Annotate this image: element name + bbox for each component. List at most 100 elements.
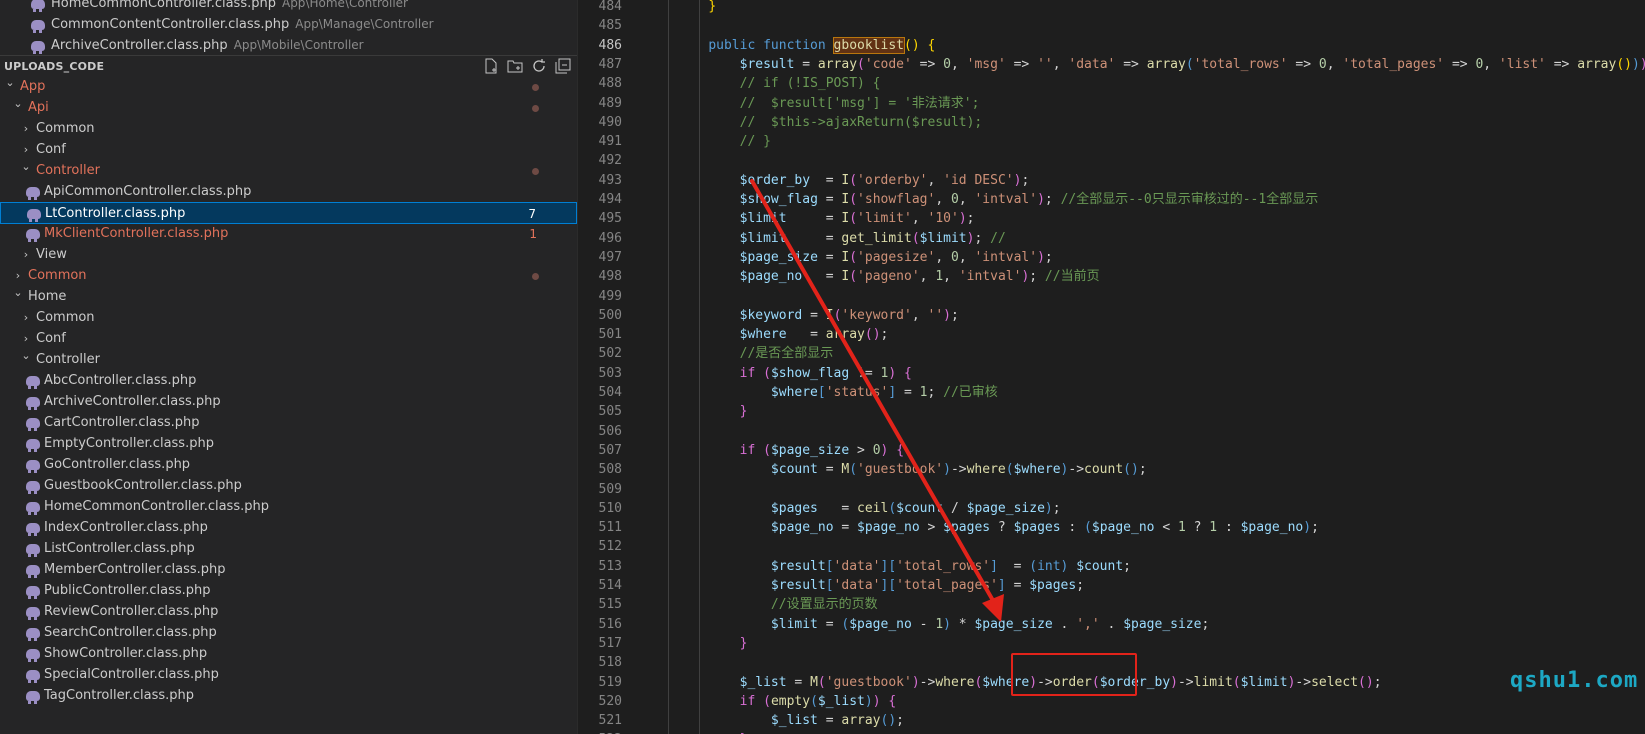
code-text: // $this->ajaxReturn($result); xyxy=(739,114,983,130)
code-line[interactable]: 487 $result = array('code' => 0, 'msg' =… xyxy=(578,55,1645,74)
code-line[interactable]: 488 // if (!IS_POST) { xyxy=(578,74,1645,93)
code-line[interactable]: 501 $where = array(); xyxy=(578,325,1645,344)
tree-file-item[interactable]: ShowController.class.php xyxy=(0,643,577,665)
tree-file-item[interactable]: ApiCommonController.class.php xyxy=(0,181,577,203)
code-text: //设置显示的页数 xyxy=(770,597,878,613)
code-line[interactable]: 513 $result['data']['total_rows'] = (int… xyxy=(578,557,1645,576)
code-line[interactable]: 516 $limit = ($page_no - 1) * $page_size… xyxy=(578,615,1645,634)
tree-folder-item[interactable]: › Common xyxy=(0,307,577,329)
php-elephant-icon xyxy=(26,523,40,536)
code-line[interactable]: 506 xyxy=(578,422,1645,441)
tree-file-item[interactable]: MemberController.class.php xyxy=(0,559,577,581)
tree-folder-item[interactable]: ⌄ Controller xyxy=(0,160,577,182)
code-line[interactable]: 508 $count = M('guestbook')->where($wher… xyxy=(578,460,1645,479)
open-editor-item[interactable]: CommonContentController.class.php App\Man… xyxy=(0,13,434,35)
tree-file-item[interactable]: LtController.class.php 7 xyxy=(0,202,577,224)
code-line[interactable]: 496 $limit = get_limit($limit); // xyxy=(578,229,1645,248)
tree-folder-item[interactable]: › Common xyxy=(0,118,577,140)
code-line[interactable]: 521 $_list = array(); xyxy=(578,711,1645,730)
code-line[interactable]: 512 xyxy=(578,537,1645,556)
tree-item-label: PublicController.class.php xyxy=(44,583,211,598)
code-text: $keyword = I('keyword', ''); xyxy=(739,307,959,323)
tree-file-item[interactable]: PublicController.class.php xyxy=(0,580,577,602)
code-line[interactable]: 486 public function gbooklist() { xyxy=(578,36,1645,55)
code-line[interactable]: 493 $order_by = I('orderby', 'id DESC'); xyxy=(578,171,1645,190)
code-text: $where['status'] = 1; //已审核 xyxy=(770,385,998,400)
php-elephant-icon xyxy=(26,439,40,452)
code-text: $result = array('code' => 0, 'msg' => ''… xyxy=(739,56,1645,72)
tree-item-label: Controller xyxy=(36,163,100,178)
code-text: public function gbooklist() { xyxy=(708,36,936,54)
code-line[interactable]: 492 xyxy=(578,151,1645,170)
tree-folder-item[interactable]: › Conf xyxy=(0,139,577,161)
tree-file-item[interactable]: AbcController.class.php xyxy=(0,370,577,392)
tree-file-item[interactable]: CartController.class.php xyxy=(0,412,577,434)
tree-file-item[interactable]: TagController.class.php xyxy=(0,685,577,707)
line-number: 518 xyxy=(598,655,622,671)
tree-file-item[interactable]: SpecialController.class.php xyxy=(0,664,577,686)
tree-file-item[interactable]: HomeCommonController.class.php xyxy=(0,496,577,518)
code-line[interactable]: 507 if ($page_size > 0) { xyxy=(578,441,1645,460)
code-line[interactable]: 494 $show_flag = I('showflag', 0, 'intva… xyxy=(578,190,1645,209)
line-number: 508 xyxy=(598,462,622,478)
code-line[interactable]: 503 if ($show_flag != 1) { xyxy=(578,364,1645,383)
code-line[interactable]: 495 $limit = I('limit', '10'); xyxy=(578,209,1645,228)
refresh-icon[interactable] xyxy=(530,58,548,76)
tree-folder-item[interactable]: › Common xyxy=(0,265,577,287)
tree-file-item[interactable]: IndexController.class.php xyxy=(0,517,577,539)
code-line[interactable]: 500 $keyword = I('keyword', ''); xyxy=(578,306,1645,325)
tree-file-item[interactable]: EmptyController.class.php xyxy=(0,433,577,455)
code-line[interactable]: 491 // } xyxy=(578,132,1645,151)
tree-file-item[interactable]: SearchController.class.php xyxy=(0,622,577,644)
tree-file-item[interactable]: ReviewController.class.php xyxy=(0,601,577,623)
tree-file-item[interactable]: ArchiveController.class.php xyxy=(0,391,577,413)
php-elephant-icon xyxy=(31,19,45,33)
collapse-all-icon[interactable] xyxy=(554,58,572,76)
code-line[interactable]: 485 xyxy=(578,16,1645,35)
problem-count-badge: 7 xyxy=(528,207,536,221)
tree-file-item[interactable]: ListController.class.php xyxy=(0,538,577,560)
code-line[interactable]: 509 xyxy=(578,480,1645,499)
open-editor-item[interactable]: ArchiveController.class.php App\Mobile\Co… xyxy=(0,34,364,56)
new-file-icon[interactable] xyxy=(482,58,500,76)
open-editor-item[interactable]: HomeCommonController.class.php App\Home\C… xyxy=(0,0,408,14)
line-number: 503 xyxy=(598,365,622,381)
code-editor[interactable]: 484 } 485 486 public function gbooklist() … xyxy=(578,0,1645,734)
tree-folder-item[interactable]: ⌄ Api xyxy=(0,97,577,119)
php-elephant-icon xyxy=(26,418,40,431)
tree-folder-item[interactable]: › Conf xyxy=(0,328,577,350)
code-line[interactable]: 490 // $this->ajaxReturn($result); xyxy=(578,113,1645,132)
new-folder-icon[interactable] xyxy=(506,58,524,76)
code-line[interactable]: 522 } xyxy=(578,730,1645,734)
code-line[interactable]: 505 } xyxy=(578,402,1645,421)
code-line[interactable]: 499 xyxy=(578,287,1645,306)
code-text: } xyxy=(677,730,748,734)
code-line[interactable]: 510 $pages = ceil($count / $page_size); xyxy=(578,499,1645,518)
tree-file-item[interactable]: GuestbookController.class.php xyxy=(0,475,577,497)
code-line[interactable]: 514 $result['data']['total_pages'] = $pa… xyxy=(578,576,1645,595)
explorer-section-header[interactable]: UPLOADS_CODE xyxy=(0,55,577,77)
code-line[interactable]: 484 } xyxy=(578,0,1645,16)
code-line[interactable]: 498 $page_no = I('pageno', 1, 'intval');… xyxy=(578,267,1645,286)
tree-folder-item[interactable]: ⌄ Home xyxy=(0,286,577,308)
code-line[interactable]: 504 $where['status'] = 1; //已审核 xyxy=(578,383,1645,402)
tree-file-item[interactable]: GoController.class.php xyxy=(0,454,577,476)
tree-item-label: HomeCommonController.class.php xyxy=(44,499,269,514)
code-line[interactable]: 511 $page_no = $page_no > $pages ? $page… xyxy=(578,518,1645,537)
line-number: 516 xyxy=(598,616,622,632)
line-number: 490 xyxy=(598,114,622,130)
code-line[interactable]: 489 // $result['msg'] = '非法请求'; xyxy=(578,94,1645,113)
tree-folder-item[interactable]: › View xyxy=(0,244,577,266)
tree-folder-item[interactable]: ⌄ App xyxy=(0,76,577,98)
php-elephant-icon xyxy=(26,628,40,641)
code-line[interactable]: 515 //设置显示的页数 xyxy=(578,595,1645,614)
code-line[interactable]: 502 //是否全部显示 xyxy=(578,344,1645,363)
tree-item-label: Home xyxy=(28,289,67,304)
php-elephant-icon xyxy=(26,607,40,620)
code-text: $page_no = I('pageno', 1, 'intval'); //当… xyxy=(739,269,1100,285)
code-line[interactable]: 497 $page_size = I('pagesize', 0, 'intva… xyxy=(578,248,1645,267)
code-line[interactable]: 517 } xyxy=(578,634,1645,653)
modified-dot-icon xyxy=(532,84,539,91)
tree-file-item[interactable]: MkClientController.class.php 1 xyxy=(0,223,577,245)
tree-folder-item[interactable]: ⌄ Controller xyxy=(0,349,577,371)
